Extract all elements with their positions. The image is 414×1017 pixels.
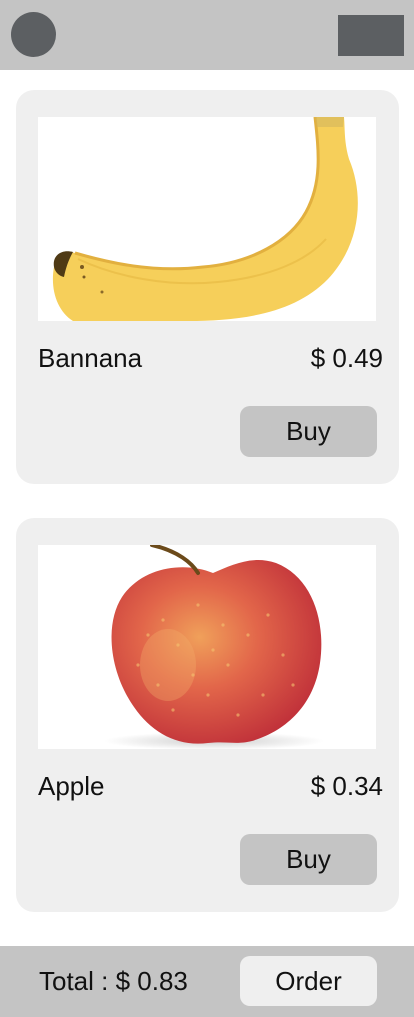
- bottom-order-bar: Total : $ 0.83 Order: [0, 946, 414, 1017]
- product-name: Apple: [38, 771, 105, 801]
- apple-image: [38, 545, 376, 749]
- top-app-bar: [0, 0, 414, 70]
- product-price: $ 0.34: [310, 771, 383, 801]
- banana-image: [38, 117, 376, 321]
- buy-button[interactable]: Buy: [240, 406, 377, 457]
- menu-icon[interactable]: [338, 15, 404, 56]
- buy-button[interactable]: Buy: [240, 834, 377, 885]
- product-card-apple: Apple $ 0.34 Buy: [16, 518, 399, 912]
- avatar-icon[interactable]: [11, 12, 56, 57]
- order-button[interactable]: Order: [240, 956, 377, 1006]
- product-name: Bannana: [38, 343, 143, 373]
- total-label: Total : $ 0.83: [39, 966, 188, 996]
- product-card-banana: Bannana $ 0.49 Buy: [16, 90, 399, 484]
- product-price: $ 0.49: [310, 343, 383, 373]
